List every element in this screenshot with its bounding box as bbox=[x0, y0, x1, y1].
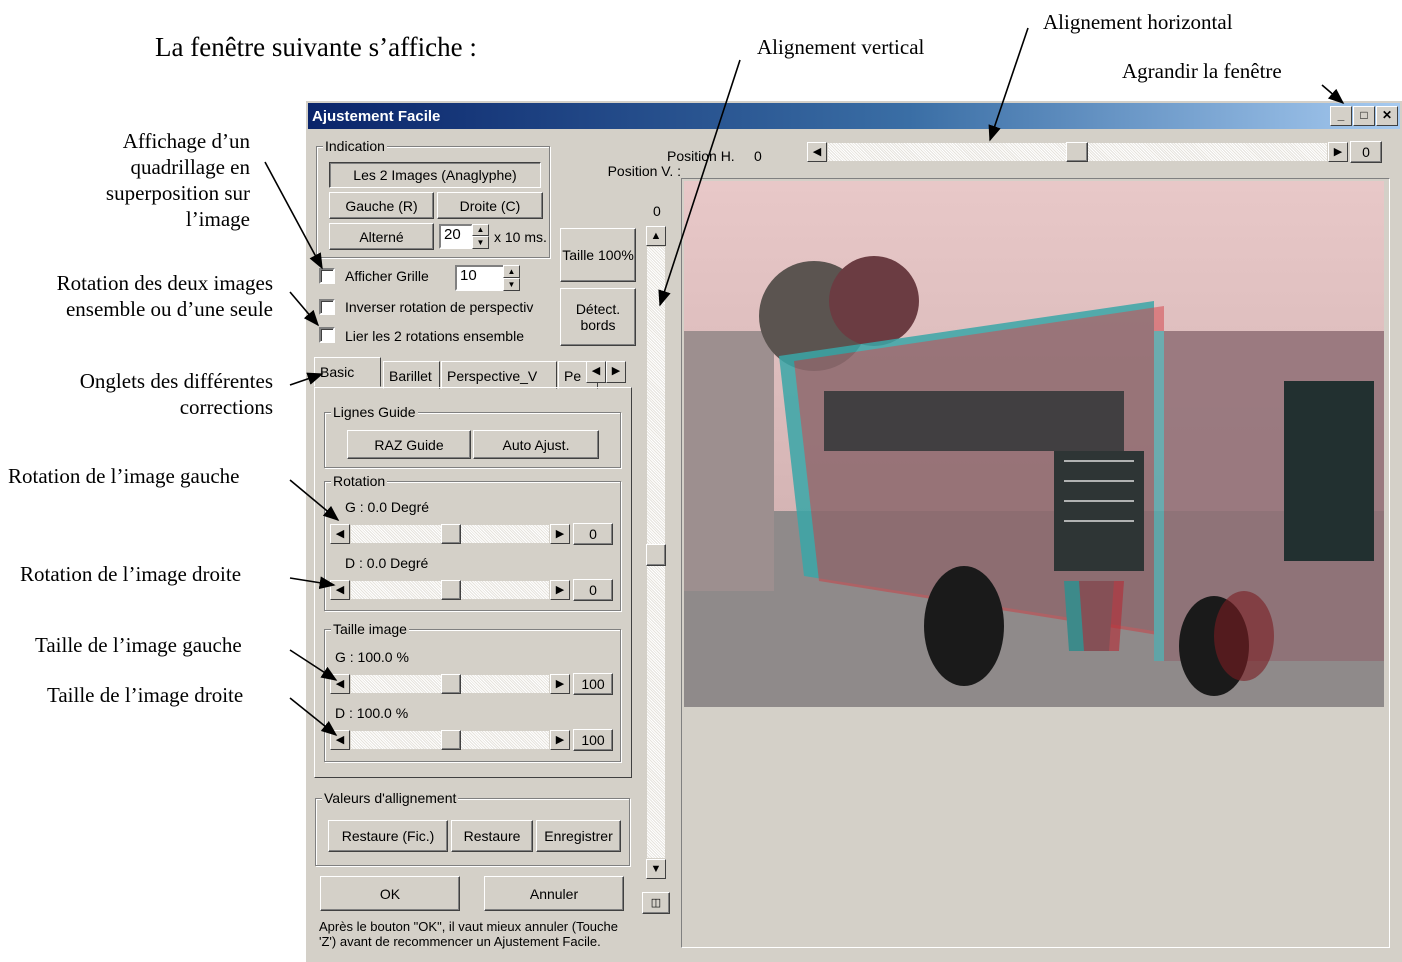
position-v-label: Position V. : bbox=[607, 163, 681, 179]
rotation-right-reset[interactable]: 0 bbox=[573, 579, 613, 601]
link-rotations-checkbox[interactable] bbox=[319, 327, 335, 343]
indication-group: Indication Les 2 Images (Anaglyphe) Gauc… bbox=[316, 138, 550, 258]
invert-rotation-checkbox[interactable] bbox=[319, 299, 335, 315]
annotation-h-align: Alignement horizontal bbox=[1043, 10, 1233, 34]
annotation-v-align: Alignement vertical bbox=[757, 35, 925, 59]
ok-button[interactable]: OK bbox=[320, 876, 460, 911]
annotation-tabs: Onglets des différentes corrections bbox=[79, 369, 273, 419]
size-right-thumb[interactable] bbox=[441, 730, 461, 750]
guides-group: Lignes Guide RAZ Guide Auto Ajust. bbox=[324, 404, 621, 468]
annotation-maximize: Agrandir la fenêtre bbox=[1122, 59, 1282, 83]
size-group: Taille image G : 100.0 % ◀ ▶ 100 D : 100… bbox=[324, 621, 621, 762]
rotation-right-inc[interactable]: ▶ bbox=[550, 580, 570, 600]
rotation-left-thumb[interactable] bbox=[441, 524, 461, 544]
annotation-size-left: Taille de l’image gauche bbox=[35, 633, 242, 657]
tab-scroll-right[interactable]: ▶ bbox=[606, 361, 626, 383]
h-scroll-thumb[interactable] bbox=[1066, 142, 1088, 162]
annotation-rotation-both: Rotation des deux images ensemble ou d’u… bbox=[56, 271, 273, 321]
annotation-rotation-right: Rotation de l’image droite bbox=[20, 562, 242, 586]
size-left-thumb[interactable] bbox=[441, 674, 461, 694]
h-scroll-left[interactable]: ◀ bbox=[807, 142, 827, 162]
raz-guide-button[interactable]: RAZ Guide bbox=[347, 430, 471, 459]
grid-size-input[interactable]: 10 bbox=[455, 265, 505, 291]
tab-barillet[interactable]: Barillet bbox=[383, 361, 440, 389]
h-reset-button[interactable]: 0 bbox=[1350, 141, 1382, 163]
rotation-group: Rotation G : 0.0 Degré ◀ ▶ 0 D : 0.0 Deg… bbox=[324, 473, 621, 611]
cancel-button[interactable]: Annuler bbox=[484, 876, 624, 911]
interval-up[interactable]: ▲ bbox=[472, 224, 489, 236]
image-viewer[interactable] bbox=[681, 178, 1390, 948]
v-scroll-thumb[interactable] bbox=[646, 544, 666, 566]
size-left-dec[interactable]: ◀ bbox=[330, 674, 350, 694]
tab-scroll-left[interactable]: ◀ bbox=[586, 361, 606, 383]
position-h-label: Position H. bbox=[667, 148, 735, 164]
size-label: Taille image bbox=[331, 621, 409, 637]
right-image-button[interactable]: Droite (C) bbox=[437, 192, 543, 219]
tab-strip: Basic Barillet Perspective_V Pe ◀ ▶ bbox=[314, 357, 639, 389]
alignment-values-label: Valeurs d'allignement bbox=[322, 790, 459, 806]
rotation-left-reset[interactable]: 0 bbox=[573, 523, 613, 545]
grid-size-up[interactable]: ▲ bbox=[503, 265, 520, 278]
rotation-left-dec[interactable]: ◀ bbox=[330, 524, 350, 544]
show-grid-label: Afficher Grille bbox=[345, 268, 429, 284]
position-v-value: 0 bbox=[653, 203, 661, 219]
tab-perspective-v[interactable]: Perspective_V bbox=[441, 361, 557, 389]
left-image-button[interactable]: Gauche (R) bbox=[329, 192, 434, 219]
intro-text: La fenêtre suivante s’affiche : bbox=[155, 32, 477, 62]
rotation-label: Rotation bbox=[331, 473, 388, 489]
size-left-label: G : 100.0 % bbox=[335, 649, 409, 665]
alignment-values-group: Valeurs d'allignement Restaure (Fic.) Re… bbox=[315, 790, 630, 866]
size-100-button[interactable]: Taille 100% bbox=[560, 228, 636, 282]
size-left-reset[interactable]: 100 bbox=[573, 673, 613, 695]
v-reset-icon[interactable]: ◫ bbox=[642, 892, 670, 914]
invert-rotation-label: Inverser rotation de perspectiv bbox=[345, 299, 534, 315]
anaglyph-bus-photo bbox=[684, 181, 1384, 707]
position-h-value: 0 bbox=[754, 148, 762, 164]
interval-input[interactable]: 20 bbox=[439, 224, 473, 249]
v-scroll-up[interactable]: ▲ bbox=[646, 226, 666, 246]
tab-basic[interactable]: Basic bbox=[314, 357, 381, 387]
restore-button[interactable]: Restaure bbox=[451, 820, 533, 852]
rotation-left-inc[interactable]: ▶ bbox=[550, 524, 570, 544]
alternate-button[interactable]: Alterné bbox=[329, 223, 434, 250]
annotation-rotation-left: Rotation de l’image gauche bbox=[8, 464, 240, 488]
adjust-window: Ajustement Facile _ □ ✕ Indication Les 2… bbox=[305, 100, 1402, 962]
rotation-right-label: D : 0.0 Degré bbox=[345, 555, 429, 571]
restore-file-button[interactable]: Restaure (Fic.) bbox=[328, 820, 448, 852]
interval-unit: x 10 ms. bbox=[494, 229, 547, 245]
basic-tab-panel: Lignes Guide RAZ Guide Auto Ajust. Rotat… bbox=[314, 387, 632, 778]
size-left-inc[interactable]: ▶ bbox=[550, 674, 570, 694]
annotation-grid: Affichage d’un quadrillage en superposit… bbox=[105, 129, 250, 231]
v-scroll-down[interactable]: ▼ bbox=[646, 859, 666, 879]
h-scroll-right[interactable]: ▶ bbox=[1328, 142, 1348, 162]
maximize-button[interactable]: □ bbox=[1353, 106, 1375, 126]
ok-note: Après le bouton "OK", il vaut mieux annu… bbox=[319, 919, 618, 949]
save-button[interactable]: Enregistrer bbox=[536, 820, 621, 852]
grid-size-down[interactable]: ▼ bbox=[503, 278, 520, 291]
title-bar[interactable]: Ajustement Facile _ □ ✕ bbox=[308, 103, 1400, 129]
detect-edges-button[interactable]: Détect. bords bbox=[560, 288, 636, 346]
auto-adjust-button[interactable]: Auto Ajust. bbox=[473, 430, 599, 459]
size-right-reset[interactable]: 100 bbox=[573, 729, 613, 751]
size-right-dec[interactable]: ◀ bbox=[330, 730, 350, 750]
size-right-inc[interactable]: ▶ bbox=[550, 730, 570, 750]
close-button[interactable]: ✕ bbox=[1376, 106, 1398, 126]
guides-label: Lignes Guide bbox=[331, 404, 418, 420]
link-rotations-label: Lier les 2 rotations ensemble bbox=[345, 328, 524, 344]
show-grid-checkbox[interactable] bbox=[319, 268, 335, 284]
rotation-right-thumb[interactable] bbox=[441, 580, 461, 600]
rotation-right-dec[interactable]: ◀ bbox=[330, 580, 350, 600]
indication-label: Indication bbox=[323, 138, 387, 154]
window-title: Ajustement Facile bbox=[312, 108, 441, 125]
annotation-size-right: Taille de l’image droite bbox=[47, 683, 244, 707]
anaglyph-button[interactable]: Les 2 Images (Anaglyphe) bbox=[329, 162, 541, 188]
size-right-label: D : 100.0 % bbox=[335, 705, 409, 721]
minimize-button[interactable]: _ bbox=[1330, 106, 1352, 126]
rotation-left-label: G : 0.0 Degré bbox=[345, 499, 430, 515]
interval-down[interactable]: ▼ bbox=[472, 236, 489, 249]
